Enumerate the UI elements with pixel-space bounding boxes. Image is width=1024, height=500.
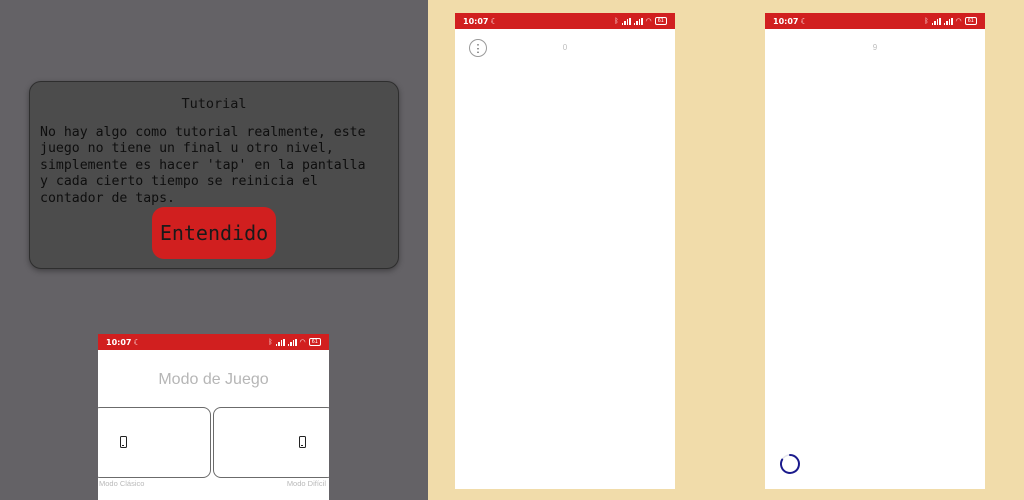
mode-select-screen: 10:07 ☾ ᛒ ◠ 61 Modo de Juego Modo Clásic… <box>98 334 329 500</box>
signal-icon <box>275 338 285 346</box>
dialog-message: No hay algo como tutorial realmente, est… <box>40 125 366 206</box>
moon-icon: ☾ <box>490 16 498 26</box>
bluetooth-icon: ᛒ <box>614 17 619 25</box>
phone-icon <box>299 436 306 448</box>
classic-mode-label: Modo Clásico <box>99 479 145 488</box>
signal-icon <box>943 17 953 25</box>
classic-mode-card[interactable] <box>98 407 211 478</box>
loading-spinner <box>780 454 800 474</box>
battery-icon: 61 <box>964 17 977 25</box>
tutorial-dialog: Tutorial No hay algo como tutorial realm… <box>29 81 399 269</box>
wifi-icon: ◠ <box>955 17 962 25</box>
dimmed-background: Tutorial No hay algo como tutorial realm… <box>0 0 428 500</box>
understood-button[interactable]: Entendido <box>152 207 276 259</box>
signal-icon <box>931 17 941 25</box>
wifi-icon: ◠ <box>299 338 306 346</box>
battery-icon: 61 <box>654 17 667 25</box>
signal-icon <box>633 17 643 25</box>
mode-title: Modo de Juego <box>158 371 269 388</box>
status-bar: 10:07 ☾ ᛒ ◠ 61 <box>455 13 675 29</box>
status-time: 10:07 <box>106 337 132 347</box>
phone-icon <box>120 436 127 448</box>
moon-icon: ☾ <box>133 337 141 347</box>
tap-counter: 9 <box>872 43 878 52</box>
dialog-title: Tutorial <box>181 96 247 112</box>
bluetooth-icon: ᛒ <box>268 338 273 346</box>
status-icons: ᛒ ◠ 61 <box>268 338 321 346</box>
status-time: 10:07 <box>773 16 799 26</box>
status-bar: 10:07 ☾ ᛒ ◠ 61 <box>765 13 985 29</box>
signal-icon <box>287 338 297 346</box>
tap-counter: 0 <box>562 43 568 52</box>
status-icons: ᛒ ◠ 61 <box>614 17 667 25</box>
game-screen-start[interactable]: 10:07 ☾ ᛒ ◠ 61 ⋮ 0 <box>455 13 675 489</box>
status-bar: 10:07 ☾ ᛒ ◠ 61 <box>98 334 329 350</box>
battery-icon: 61 <box>308 338 321 346</box>
hard-mode-card[interactable] <box>213 407 329 478</box>
moon-icon: ☾ <box>800 16 808 26</box>
game-screen-playing[interactable]: 10:07 ☾ ᛒ ◠ 61 9 <box>765 13 985 489</box>
bluetooth-icon: ᛒ <box>924 17 929 25</box>
status-icons: ᛒ ◠ 61 <box>924 17 977 25</box>
wifi-icon: ◠ <box>645 17 652 25</box>
status-time: 10:07 <box>463 16 489 26</box>
signal-icon <box>621 17 631 25</box>
hard-mode-label: Modo Difícil <box>286 479 326 488</box>
